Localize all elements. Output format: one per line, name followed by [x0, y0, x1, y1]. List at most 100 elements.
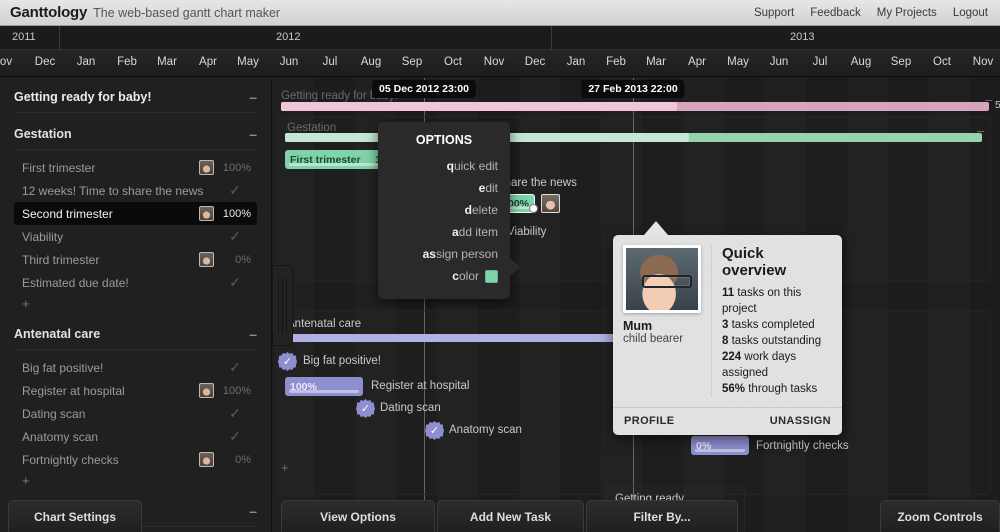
pane-resize-handle[interactable] [272, 265, 293, 346]
sidebar-project-header[interactable]: Getting ready for baby! – [14, 90, 257, 113]
sidebar-task-row[interactable]: Register at hospital 100% [14, 379, 257, 402]
timeline-month-label[interactable]: Apr [188, 56, 228, 68]
timeline-months[interactable]: ov Dec Jan Feb Mar Apr May Jun Jul Aug Sep Oct Nov De… [0, 50, 1000, 77]
timeline-month-label[interactable]: Sep [392, 56, 432, 68]
sidebar-task-row[interactable]: Big fat positive! ✓ [14, 356, 257, 379]
timeline-month-label[interactable]: Jul [310, 56, 350, 68]
toolbar-button-chart-settings[interactable]: Chart Settings [8, 500, 142, 532]
sidebar-task-row[interactable]: Second trimester 100% [14, 202, 257, 225]
timeline-month-label[interactable]: Jul [800, 56, 840, 68]
toolbar-button-view-options[interactable]: View Options [281, 500, 435, 532]
timeline-month-label[interactable]: Dec [515, 56, 555, 68]
timeline-month-label[interactable]: Dec [25, 56, 65, 68]
sidebar-task-row[interactable]: First trimester 100% [14, 156, 257, 179]
timeline-month-label[interactable]: Oct [433, 56, 473, 68]
nav-link-feedback[interactable]: Feedback [810, 7, 861, 19]
task-label-register-at-hospital: Register at hospital [371, 380, 470, 392]
context-menu-item[interactable]: edit [378, 177, 510, 199]
sidebar-group-header[interactable]: Gestation – [14, 127, 257, 150]
task-assignee-avatar[interactable] [541, 194, 560, 213]
nav-link-my-projects[interactable]: My Projects [877, 7, 937, 19]
stat-list: 11 tasks on this project 3 tasks complete… [722, 285, 832, 397]
stat-row: 11 tasks on this project [722, 287, 802, 315]
assignee-avatar[interactable] [199, 160, 214, 175]
timeline-month-label[interactable]: Nov [474, 56, 514, 68]
sidebar-task-row[interactable]: Third trimester 0% [14, 248, 257, 271]
sidebar-task-row[interactable]: 12 weeks! Time to share the news ✓ [14, 179, 257, 202]
task-bar-fortnightly-checks[interactable]: 0% [691, 436, 749, 455]
app-header: Ganttology The web-based gantt chart mak… [0, 0, 1000, 26]
context-menu-options[interactable]: OPTIONS quick edit edit delete add item assi… [378, 122, 520, 299]
sidebar-add-task-button[interactable]: + [14, 294, 257, 313]
project-summary-bar[interactable] [281, 102, 989, 111]
context-menu-item[interactable]: quick edit [378, 155, 510, 177]
assignee-avatar[interactable] [199, 383, 214, 398]
check-icon: ✓ [229, 428, 241, 444]
timeline-header: 2011 2012 2013 ov Dec Jan Feb Mar Apr May Jun Jul A… [0, 26, 1000, 78]
task-sidebar[interactable]: Getting ready for baby! – Gestation – Firs… [0, 78, 272, 532]
sidebar-group-title: Gestation [14, 127, 72, 141]
timeline-month-label[interactable]: Sep [881, 56, 921, 68]
timeline-month-label[interactable]: Aug [841, 56, 881, 68]
add-task-in-group-antenatal[interactable]: + [281, 460, 289, 475]
sidebar-task-label: Big fat positive! [22, 360, 104, 375]
collapse-icon[interactable]: – [249, 90, 257, 104]
timeline-month-label[interactable]: Feb [596, 56, 636, 68]
context-menu-item[interactable]: color [378, 265, 510, 287]
sidebar-group-title: Antenatal care [14, 327, 101, 341]
collapse-icon[interactable]: – [249, 127, 257, 141]
grip-line [282, 278, 283, 333]
timeline-month-label[interactable]: Jun [759, 56, 799, 68]
toolbar-button-add-new-task[interactable]: Add New Task [437, 500, 584, 532]
nav-link-logout[interactable]: Logout [953, 7, 988, 19]
sidebar-task-row[interactable]: Anatomy scan ✓ [14, 425, 257, 448]
collapse-icon[interactable]: – [249, 327, 257, 341]
timeline-month-label[interactable]: May [718, 56, 758, 68]
toolbar-button-zoom-controls[interactable]: Zoom Controls [880, 500, 1000, 532]
project-percent: 56% [995, 99, 1000, 111]
timeline-month-label[interactable]: Jan [66, 56, 106, 68]
timeline-month-label[interactable]: May [228, 56, 268, 68]
nav-link-support[interactable]: Support [754, 7, 794, 19]
sidebar-project: Getting ready for baby! – [0, 78, 271, 113]
context-menu-item[interactable]: assign person [378, 243, 510, 265]
timeline-month-label[interactable]: Jan [556, 56, 596, 68]
assignee-avatar[interactable] [199, 452, 214, 467]
sidebar-task-row[interactable]: Viability ✓ [14, 225, 257, 248]
timeline-month-label[interactable]: Mar [636, 56, 676, 68]
sidebar-add-task-button[interactable]: + [14, 471, 257, 490]
date-tooltip-start: 05 Dec 2012 23:00 [372, 80, 476, 98]
context-menu-item[interactable]: add item [378, 221, 510, 243]
timeline-month-label[interactable]: Aug [351, 56, 391, 68]
stat-value: 3 [722, 319, 729, 331]
color-swatch[interactable] [485, 269, 498, 283]
callout-arrow-icon [644, 221, 668, 235]
toolbar-button-filter-by[interactable]: Filter By... [586, 500, 738, 532]
timeline-month-label[interactable]: Feb [107, 56, 147, 68]
quick-overview-footer: PROFILE UNASSIGN [613, 407, 842, 435]
timeline-month-label[interactable]: Oct [922, 56, 962, 68]
timeline-month-label[interactable]: Apr [677, 56, 717, 68]
timeline-month-label[interactable]: Mar [147, 56, 187, 68]
profile-button[interactable]: PROFILE [624, 415, 674, 427]
sidebar-project-title: Getting ready for baby! [14, 90, 152, 104]
task-bar-register-at-hospital[interactable]: 100% [285, 377, 363, 396]
sidebar-task-label: Second trimester [22, 206, 113, 221]
timeline-month-label[interactable]: Nov [963, 56, 1000, 68]
sidebar-task-row[interactable]: Dating scan ✓ [14, 402, 257, 425]
unassign-button[interactable]: UNASSIGN [770, 415, 831, 427]
timeline-month-label[interactable]: Jun [269, 56, 309, 68]
sidebar-task-row[interactable]: Fortnightly checks 0% [14, 448, 257, 471]
assignee-avatar[interactable] [199, 252, 214, 267]
assignee-avatar[interactable] [199, 206, 214, 221]
timeline-month-label[interactable]: ov [0, 56, 26, 68]
quick-overview-popup[interactable]: Mum child bearer Quick overview 11 tasks… [613, 221, 842, 435]
stat-row: 3 tasks completed [722, 319, 815, 331]
task-progress-track [695, 449, 745, 452]
grip-line [286, 278, 287, 333]
timeline-years[interactable]: 2011 2012 2013 [0, 26, 1000, 50]
sidebar-task-row[interactable]: Estimated due date! ✓ [14, 271, 257, 294]
sidebar-group-header[interactable]: Antenatal care – [14, 327, 257, 350]
context-menu-item[interactable]: delete [378, 199, 510, 221]
progress-drag-knob[interactable] [529, 204, 538, 213]
